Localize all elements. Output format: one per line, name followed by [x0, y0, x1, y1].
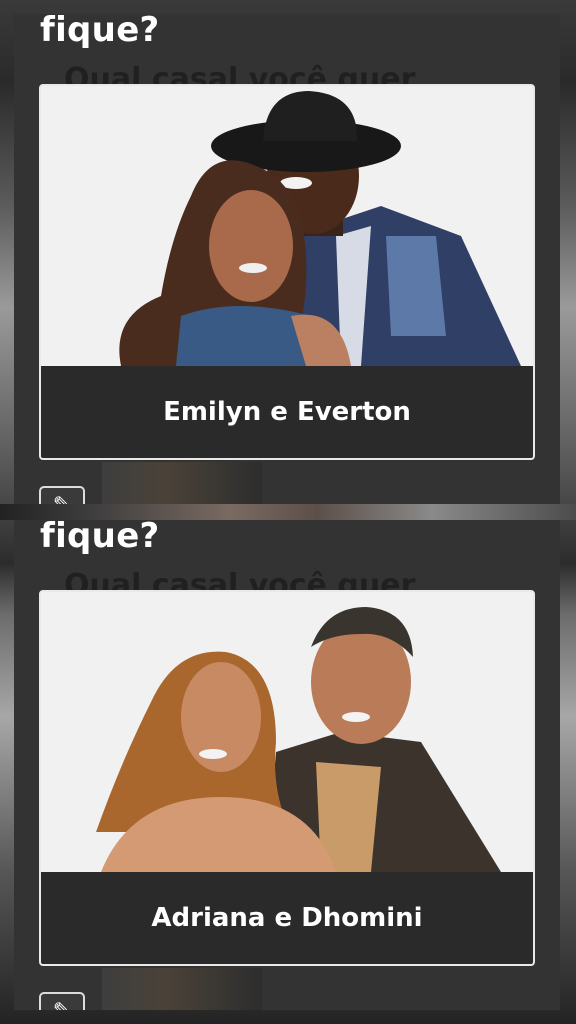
poll-screenshot-1: Qual casal você quer fique? Emilyn e Eve…: [14, 14, 560, 504]
next-option-photo-peek: [102, 462, 262, 504]
couple-photo-illustration: [41, 86, 533, 366]
next-option-photo-peek: [102, 968, 262, 1010]
poll-option-label-bar: Emilyn e Everton: [41, 366, 533, 458]
couple-photo: [41, 86, 533, 366]
poll-option-card[interactable]: Adriana e Dhomini: [39, 590, 535, 966]
poll-question-tail: fique?: [40, 520, 160, 556]
couple-photo-illustration: [41, 592, 533, 872]
screenshot-separator: [0, 504, 576, 520]
poll-screenshot-2: Qual casal você quer fique? Adriana e Dh…: [14, 520, 560, 1010]
pencil-icon[interactable]: ✎: [39, 992, 85, 1010]
poll-option-label: Adriana e Dhomini: [151, 903, 423, 933]
poll-option-card[interactable]: Emilyn e Everton: [39, 84, 535, 460]
poll-option-label: Emilyn e Everton: [163, 397, 411, 427]
couple-photo: [41, 592, 533, 872]
pencil-icon[interactable]: ✎: [39, 486, 85, 504]
poll-option-label-bar: Adriana e Dhomini: [41, 872, 533, 964]
poll-question-tail: fique?: [40, 14, 160, 50]
